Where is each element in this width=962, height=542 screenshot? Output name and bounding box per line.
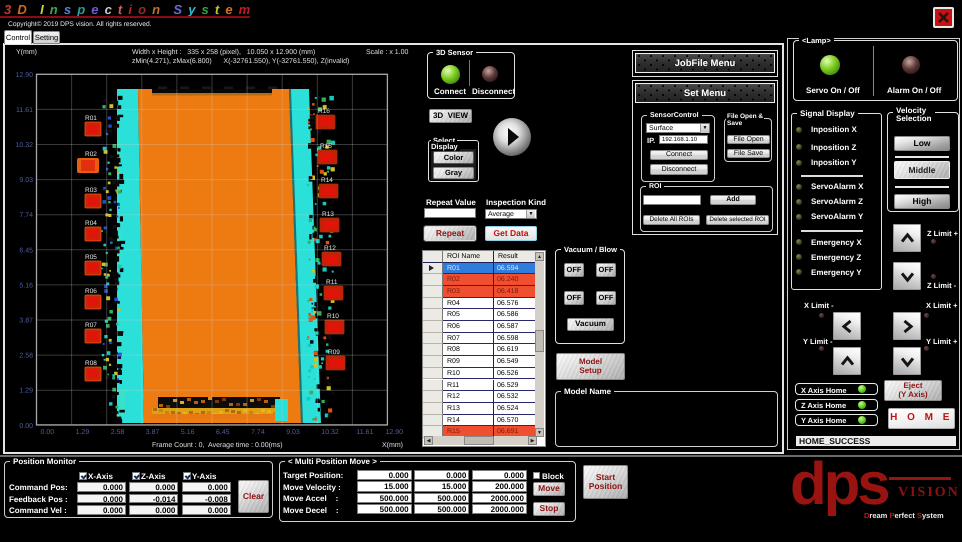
svg-text:5.16: 5.16 [181, 429, 195, 436]
svg-text:9.03: 9.03 [19, 177, 33, 184]
svg-text:0.00: 0.00 [19, 423, 33, 430]
svg-text:7.74: 7.74 [19, 212, 33, 219]
svg-text:11.61: 11.61 [16, 107, 33, 114]
svg-text:10.32: 10.32 [15, 142, 33, 149]
svg-text:1.29: 1.29 [19, 388, 33, 395]
svg-text:R07: R07 [85, 322, 97, 329]
svg-text:10.32: 10.32 [321, 429, 339, 436]
svg-text:7.74: 7.74 [251, 429, 265, 436]
svg-text:12.90: 12.90 [15, 72, 33, 79]
svg-text:R14: R14 [321, 177, 333, 184]
svg-text:6.45: 6.45 [19, 247, 33, 254]
svg-text:6.45: 6.45 [216, 429, 230, 436]
svg-text:R02: R02 [85, 151, 97, 158]
svg-text:11.61: 11.61 [356, 429, 373, 436]
svg-text:R12: R12 [324, 245, 336, 252]
svg-text:R10: R10 [327, 313, 339, 320]
svg-text:12.90: 12.90 [385, 429, 403, 436]
svg-text:9.03: 9.03 [286, 429, 300, 436]
svg-text:5.16: 5.16 [19, 282, 33, 289]
svg-text:1.29: 1.29 [76, 429, 90, 436]
svg-text:R08: R08 [85, 360, 97, 367]
svg-text:R01: R01 [85, 115, 97, 122]
svg-text:R04: R04 [85, 220, 97, 227]
svg-text:0.00: 0.00 [41, 429, 55, 436]
svg-text:2.58: 2.58 [111, 429, 125, 436]
svg-text:3.87: 3.87 [146, 429, 160, 436]
svg-text:R06: R06 [85, 288, 97, 295]
svg-text:R03: R03 [85, 187, 97, 194]
svg-text:3.87: 3.87 [19, 318, 33, 325]
svg-text:2.58: 2.58 [19, 353, 33, 360]
svg-text:R05: R05 [85, 254, 97, 261]
